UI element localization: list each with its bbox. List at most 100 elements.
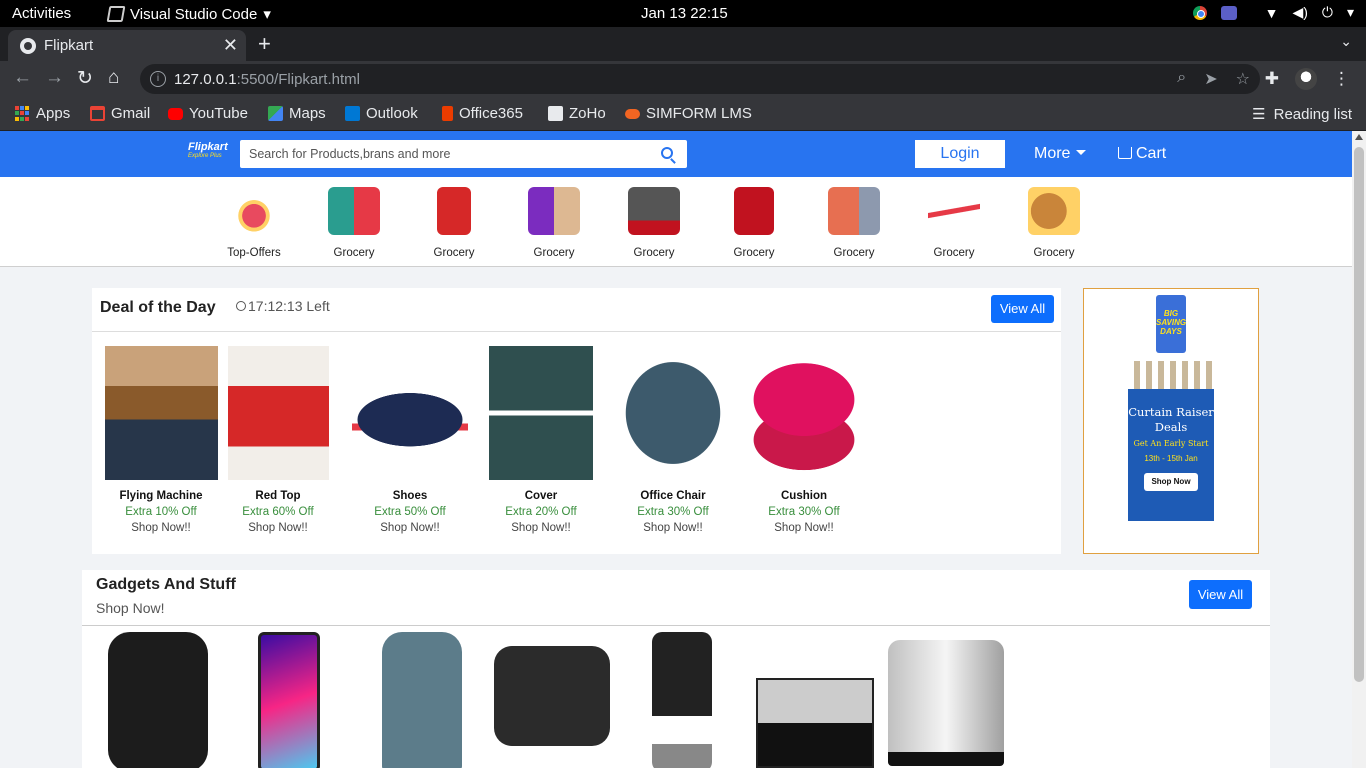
browser-tab[interactable]: Flipkart ✕ <box>8 30 246 61</box>
bookmark-zoho[interactable]: ZoHo <box>548 105 606 122</box>
deal-timer: 17:12:13 Left <box>236 298 330 314</box>
deal-item[interactable]: Cover Extra 20% Off Shop Now!! <box>479 346 603 534</box>
category-grocery[interactable]: Grocery <box>509 187 599 259</box>
mobile-phone-icon <box>437 187 471 235</box>
reading-list-button[interactable]: ☰ Reading list <box>1252 105 1352 124</box>
smartphone-icon[interactable] <box>258 632 320 768</box>
maps-icon <box>268 106 283 121</box>
deal-header: Deal of the Day 17:12:13 Left View All <box>92 288 1061 332</box>
sofa-icon[interactable] <box>494 646 610 746</box>
product-image-red-top <box>227 346 329 480</box>
gift-icon <box>228 187 280 235</box>
fashion-icon <box>528 187 580 235</box>
deal-item[interactable]: Cushion Extra 30% Off Shop Now!! <box>742 346 866 534</box>
product-image-tool-kit <box>615 346 731 480</box>
flipkart-logo[interactable]: Flipkart Explore Plus <box>188 141 234 175</box>
bookmarks-bar: Apps Gmail YouTube Maps Outlook Office36… <box>0 97 1366 131</box>
search-input[interactable] <box>240 140 640 168</box>
deal-item[interactable]: Office Chair Extra 30% Off Shop Now!! <box>611 346 735 534</box>
clock[interactable]: Jan 13 22:15 <box>641 5 728 22</box>
info-icon[interactable]: i <box>150 71 166 87</box>
cart-link[interactable]: Cart <box>1118 145 1166 163</box>
aquarium-icon[interactable] <box>756 678 874 768</box>
category-top-offers[interactable]: Top-Offers <box>209 187 299 259</box>
search-icon[interactable] <box>661 147 673 159</box>
app-menu-label: Visual Studio Code <box>130 5 258 23</box>
browser-toolbar: ← → ↻ ⌂ i 127.0.0.1:5500/Flipkart.html ⌕… <box>0 61 1366 97</box>
category-grocery[interactable]: Grocery <box>409 187 499 259</box>
home-icon[interactable]: ⌂ <box>108 67 119 89</box>
reload-icon[interactable]: ↻ <box>77 67 93 90</box>
bookmark-outlook[interactable]: Outlook <box>345 105 418 122</box>
chevron-down-icon: ▾ <box>1346 4 1354 20</box>
activities-button[interactable]: Activities <box>12 5 71 22</box>
product-image-tablet-cover <box>489 346 593 480</box>
chrome-tray-icon[interactable] <box>1192 5 1207 20</box>
globe-icon <box>20 37 36 54</box>
deal-view-all-button[interactable]: View All <box>991 295 1054 323</box>
bookmark-office365[interactable]: Office365 <box>442 105 523 122</box>
promo-banner[interactable]: BIG SAVING DAYS Curtain Raiser Deals Get… <box>1083 288 1259 554</box>
promo-shop-now-button[interactable]: Shop Now <box>1144 473 1198 491</box>
bookmark-gmail[interactable]: Gmail <box>90 105 150 122</box>
deal-item[interactable]: Shoes Extra 50% Off Shop Now!! <box>348 346 472 534</box>
gmail-icon <box>90 106 105 121</box>
category-grocery[interactable]: Grocery <box>1009 187 1099 259</box>
gadgets-subtitle: Shop Now! <box>96 600 165 616</box>
star-icon[interactable]: ☆ <box>1236 69 1250 89</box>
page-scrollbar[interactable] <box>1352 131 1366 768</box>
bookmark-maps[interactable]: Maps <box>268 105 326 122</box>
promo-card: Curtain Raiser Deals Get An Early Start … <box>1128 361 1214 521</box>
deal-item[interactable]: Flying Machine Extra 10% Off Shop Now!! <box>99 346 223 534</box>
category-grocery[interactable]: Grocery <box>309 187 399 259</box>
appliance-icon <box>828 187 880 235</box>
address-bar[interactable]: i 127.0.0.1:5500/Flipkart.html ⌕ ➤ ☆ <box>140 64 1260 94</box>
new-tab-button[interactable]: + <box>258 31 271 57</box>
profile-avatar[interactable] <box>1295 68 1317 90</box>
system-tray[interactable]: ▼ ◀) ⏻ ▾ <box>1192 4 1354 21</box>
grocery-icon <box>328 187 380 235</box>
teams-tray-icon[interactable] <box>1220 5 1237 20</box>
backpack-icon[interactable] <box>382 632 462 768</box>
url-text[interactable]: 127.0.0.1:5500/Flipkart.html <box>174 71 360 88</box>
send-icon[interactable]: ➤ <box>1204 69 1217 89</box>
zoom-icon[interactable]: ⌕ <box>1177 69 1186 89</box>
category-grocery[interactable]: Grocery <box>609 187 699 259</box>
scrollbar-thumb[interactable] <box>1354 147 1364 682</box>
deal-item[interactable]: Red Top Extra 60% Off Shop Now!! <box>216 346 340 534</box>
apps-grid-icon <box>15 106 30 121</box>
youtube-icon <box>168 107 183 120</box>
product-image-jacket <box>104 346 218 480</box>
laptop-icon <box>628 187 680 235</box>
office-chair-icon[interactable] <box>652 632 712 768</box>
outlook-icon <box>345 106 360 121</box>
category-strip: Top-Offers Grocery Grocery Grocery Groce… <box>0 177 1352 267</box>
close-icon[interactable]: ✕ <box>223 35 238 56</box>
category-grocery[interactable]: Grocery <box>909 187 999 259</box>
gadgets-header: Gadgets And Stuff Shop Now! View All <box>82 570 1270 626</box>
bookmark-simform-lms[interactable]: SIMFORM LMS <box>625 105 752 122</box>
extensions-puzzle-icon[interactable]: ✚ <box>1265 69 1279 89</box>
more-dropdown[interactable]: More <box>1034 145 1087 163</box>
scroll-up-arrow-icon[interactable] <box>1355 134 1363 140</box>
gadgets-view-all-button[interactable]: View All <box>1189 580 1252 609</box>
login-button[interactable]: Login <box>915 140 1005 168</box>
bookmark-youtube[interactable]: YouTube <box>168 105 248 122</box>
kettle-icon[interactable] <box>888 640 1004 766</box>
category-grocery[interactable]: Grocery <box>809 187 899 259</box>
browser-tab-strip: Flipkart ✕ <box>0 27 1366 61</box>
vscode-icon <box>106 6 126 22</box>
category-grocery[interactable]: Grocery <box>709 187 799 259</box>
tab-search-chevron-icon[interactable]: ⌄ <box>1340 33 1352 50</box>
kebab-menu-icon[interactable]: ⋮ <box>1333 69 1350 89</box>
wifi-icon: ▼ <box>1264 4 1279 21</box>
back-arrow-icon[interactable]: ← <box>13 67 32 89</box>
forward-arrow-icon[interactable]: → <box>45 67 64 89</box>
product-image-shoes <box>352 346 468 480</box>
speaker-icon[interactable] <box>108 632 208 768</box>
volume-icon: ◀) <box>1292 4 1308 20</box>
bookmark-apps[interactable]: Apps <box>15 105 70 122</box>
flipkart-header: Flipkart Explore Plus Login More Cart <box>0 131 1352 177</box>
app-menu[interactable]: Visual Studio Code ▾ <box>106 5 271 23</box>
cart-icon <box>1118 147 1132 159</box>
